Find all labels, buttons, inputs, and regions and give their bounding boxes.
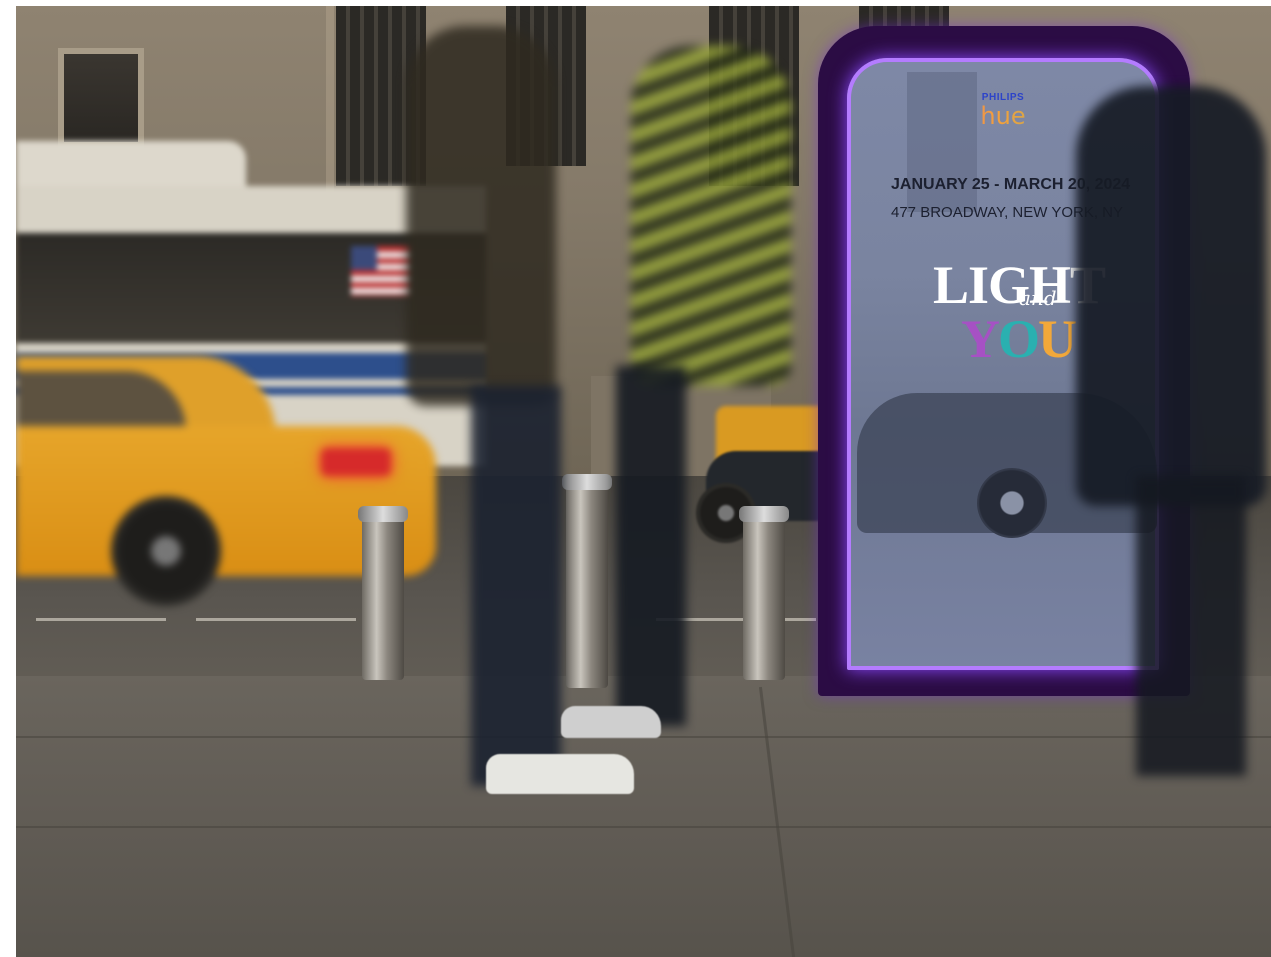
bollard-cap (739, 506, 789, 522)
title-and: and (1019, 286, 1057, 310)
title-you: YOU (961, 308, 1077, 370)
pedestrian-legs (471, 386, 561, 786)
street-photo: PHILIPS hue JANUARY 25 - MARCH 20, 2024 … (16, 6, 1271, 957)
pedestrian-dark-jacket (1076, 86, 1266, 506)
pedestrian-striped-shirt (631, 46, 791, 386)
pedestrian-legs (1136, 476, 1246, 776)
sneaker (486, 754, 634, 794)
bollard (743, 512, 785, 680)
sidewalk-joint (16, 826, 1271, 828)
pedestrian-torso (406, 26, 556, 406)
sidewalk-joint (758, 686, 797, 957)
flag-decal (351, 246, 411, 296)
sneaker (561, 706, 661, 738)
title-you-y: Y (961, 309, 1000, 369)
taxi-tail-light (321, 448, 391, 476)
title-you-o: O (998, 309, 1040, 369)
lane-marking (196, 618, 356, 621)
screen-reflection-wheel (977, 468, 1047, 538)
lane-marking (36, 618, 166, 621)
title-you-u: U (1038, 309, 1077, 369)
bollard (362, 512, 404, 680)
pedestrian-legs (616, 366, 686, 726)
taxi-wheel (111, 496, 221, 606)
bollard-cap (358, 506, 408, 522)
bollard (566, 480, 608, 688)
bollard-cap (562, 474, 612, 490)
building-window (58, 48, 144, 148)
